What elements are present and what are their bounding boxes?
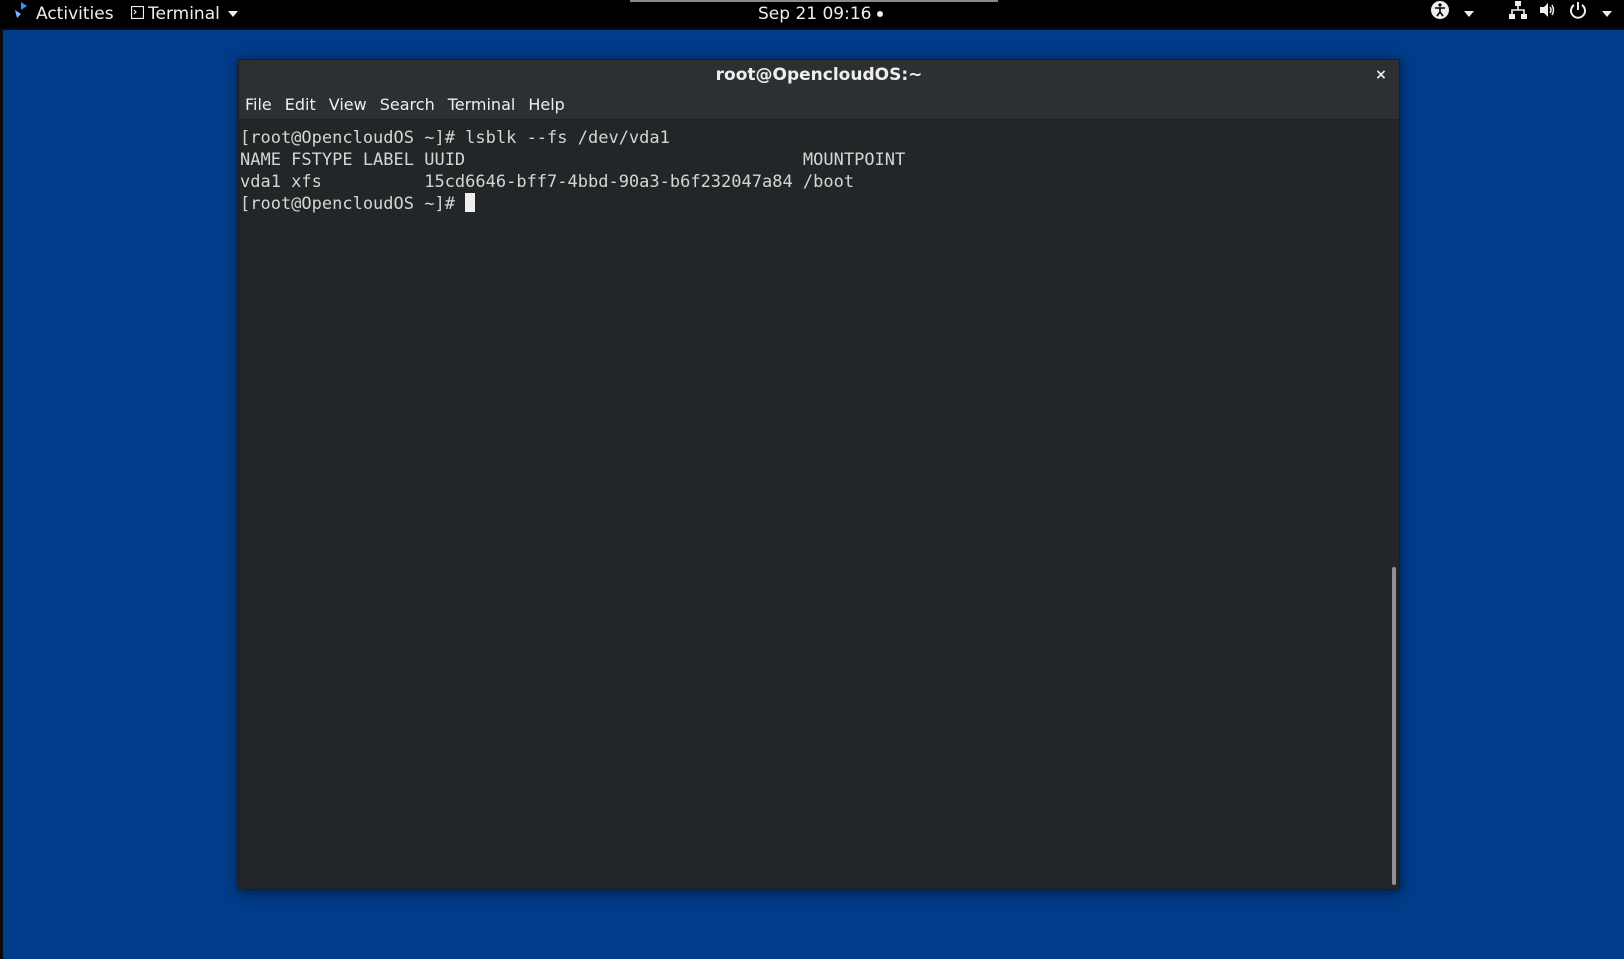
app-menu-label: Terminal	[148, 4, 220, 24]
top-bar: Activities Terminal Sep 21 09:16	[0, 0, 1624, 28]
clock-button[interactable]: Sep 21 09:16	[758, 0, 884, 28]
clock-label: Sep 21 09:16	[758, 4, 872, 24]
terminal-line: NAME FSTYPE LABEL UUID MOUNTPOINT	[240, 150, 906, 170]
accessibility-icon[interactable]	[1430, 0, 1450, 29]
volume-icon[interactable]	[1538, 0, 1558, 29]
terminal-text: [root@OpencloudOS ~]# lsblk --fs /dev/vd…	[239, 121, 1389, 215]
screen: Activities Terminal Sep 21 09:16 root@Op…	[0, 0, 1624, 959]
menu-help[interactable]: Help	[528, 95, 564, 114]
menu-search[interactable]: Search	[380, 95, 435, 114]
terminal-window[interactable]: root@OpencloudOS:~ × File Edit View Sear…	[238, 59, 1400, 890]
network-wired-icon[interactable]	[1508, 0, 1528, 29]
chevron-down-icon	[227, 11, 238, 17]
system-tray[interactable]	[1430, 0, 1612, 28]
window-title: root@OpencloudOS:~	[715, 65, 923, 85]
app-menu-terminal[interactable]: Terminal	[130, 0, 238, 28]
terminal-line: [root@OpencloudOS ~]# lsblk --fs /dev/vd…	[240, 128, 670, 148]
notification-dot-icon	[877, 11, 884, 17]
scrollbar[interactable]	[1389, 121, 1399, 889]
close-icon: ×	[1375, 67, 1387, 83]
terminal-line: vda1 xfs 15cd6646-bff7-4bbd-90a3-b6f2320…	[240, 172, 855, 192]
window-titlebar[interactable]: root@OpencloudOS:~ ×	[239, 60, 1399, 90]
menu-terminal[interactable]: Terminal	[448, 95, 516, 114]
menu-view[interactable]: View	[329, 95, 367, 114]
menu-edit[interactable]: Edit	[285, 95, 316, 114]
activities-button[interactable]: Activities	[12, 0, 114, 28]
scrollbar-thumb[interactable]	[1392, 567, 1396, 885]
terminal-small-icon	[130, 0, 145, 28]
chevron-down-icon[interactable]	[1464, 11, 1474, 17]
power-icon[interactable]	[1568, 0, 1588, 29]
app-logo-icon	[12, 0, 30, 28]
chevron-down-icon[interactable]	[1602, 11, 1612, 17]
text-cursor	[465, 193, 476, 212]
terminal-prompt: [root@OpencloudOS ~]#	[240, 194, 466, 214]
terminal-prompt-line[interactable]: [root@OpencloudOS ~]#	[240, 193, 1389, 215]
menu-bar: File Edit View Search Terminal Help	[239, 90, 1399, 120]
close-button[interactable]: ×	[1371, 65, 1391, 85]
terminal-output[interactable]: [root@OpencloudOS ~]# lsblk --fs /dev/vd…	[239, 121, 1389, 889]
activities-label: Activities	[36, 4, 114, 24]
menu-file[interactable]: File	[245, 95, 272, 114]
